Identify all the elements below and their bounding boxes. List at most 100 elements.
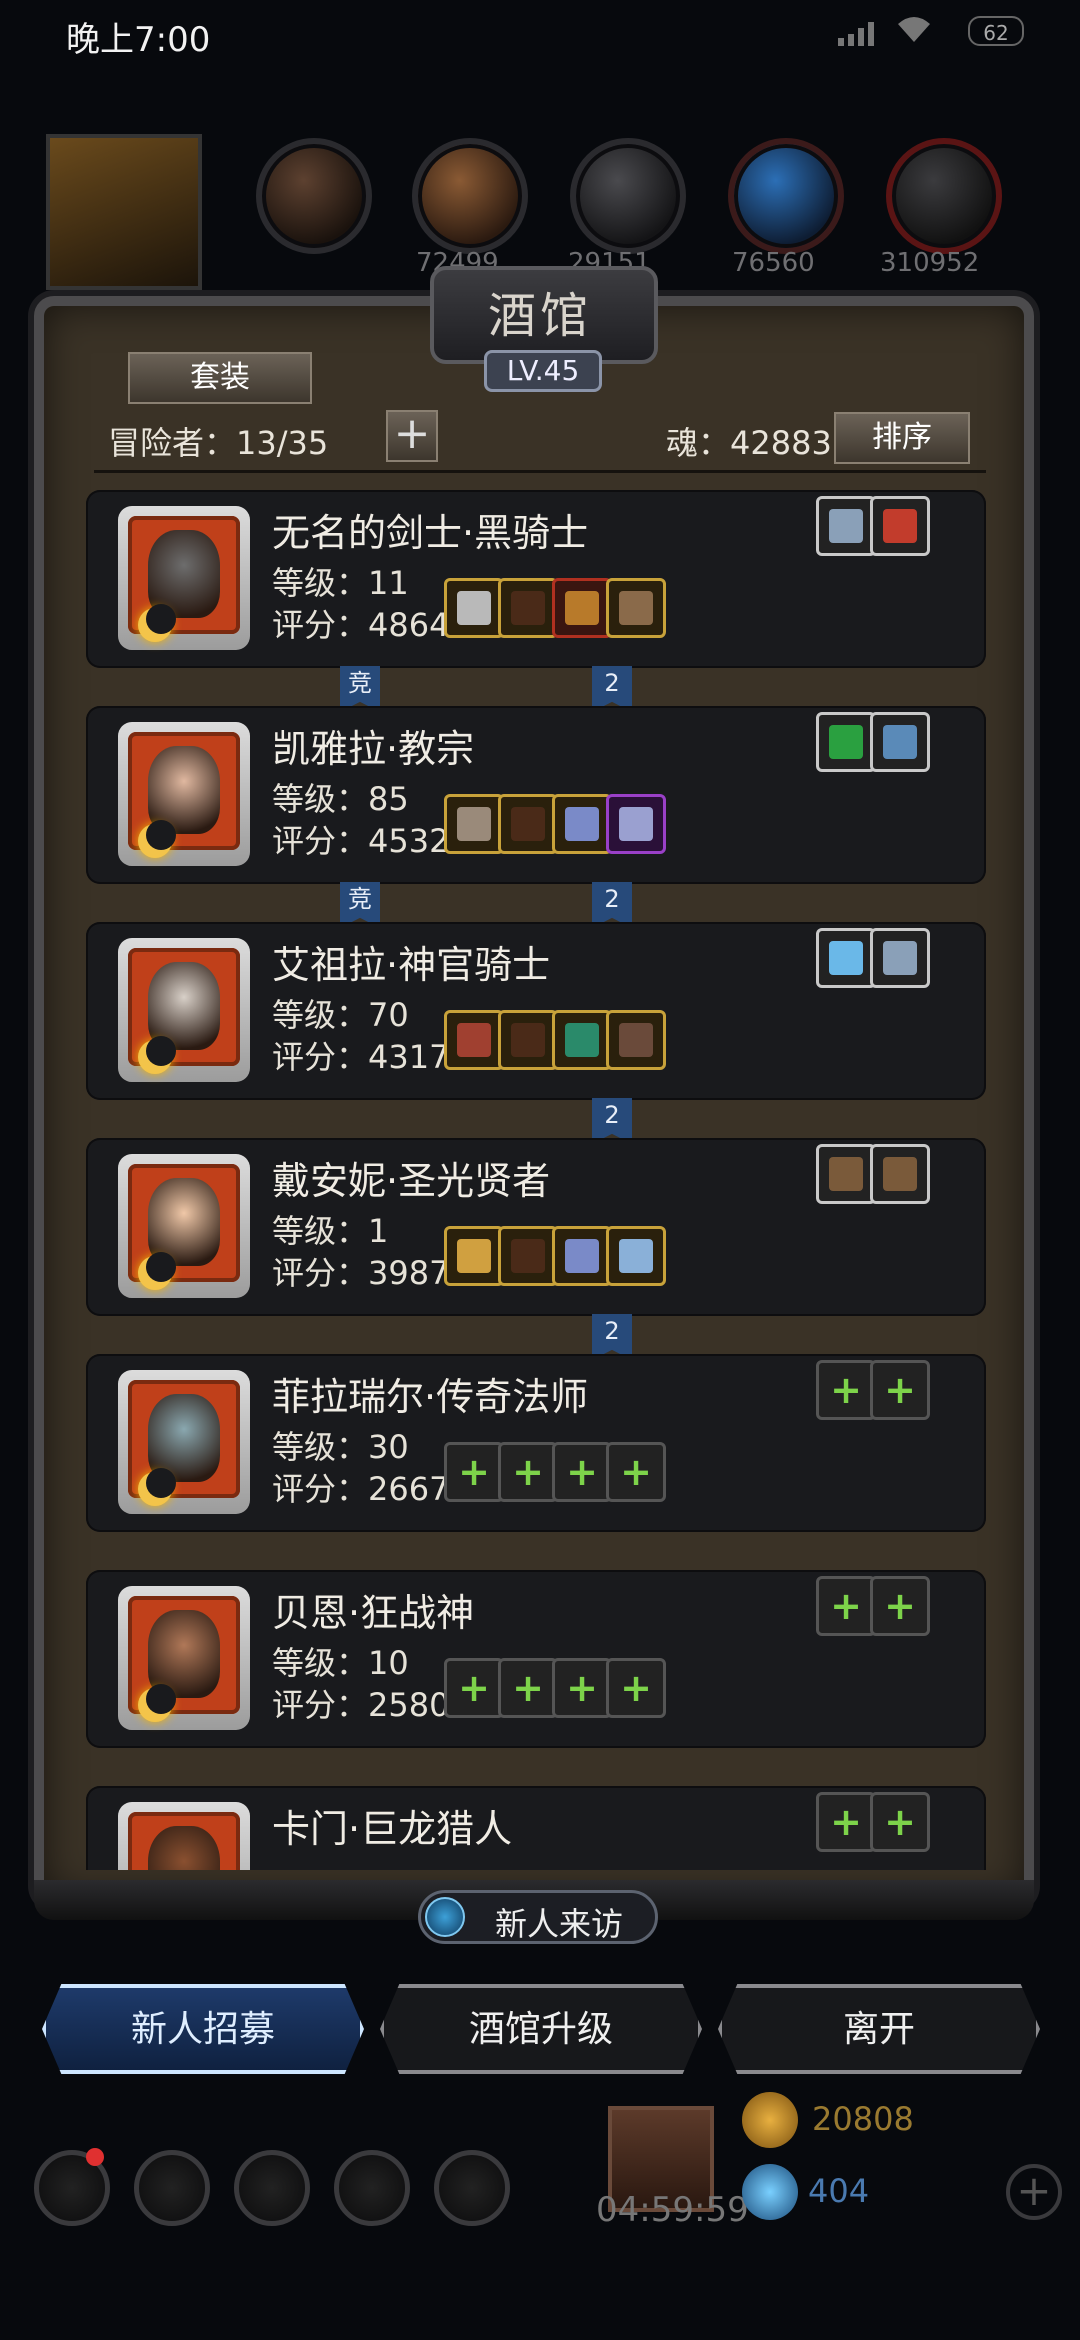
recruit-button[interactable]: 新人招募 <box>42 1984 364 2074</box>
equipment-item-icon <box>619 1023 653 1057</box>
achievement-icon[interactable] <box>134 2150 210 2226</box>
add-slot-button[interactable]: + <box>386 410 438 462</box>
crystal-amount: 76560 <box>732 248 815 278</box>
hero-card[interactable]: 艾祖拉·神官骑士 等级：70 评分：4317 <box>86 922 986 1100</box>
equipment-slot[interactable] <box>498 1226 558 1286</box>
soul-count: 魂：42883 <box>666 424 832 462</box>
equipment-item-icon <box>829 509 863 543</box>
hero-name: 戴安妮·圣光贤者 <box>272 1159 551 1203</box>
equipment-slot[interactable] <box>498 578 558 638</box>
add-currency-button[interactable]: + <box>1006 2164 1062 2220</box>
equipment-slot[interactable] <box>870 712 930 772</box>
plus-icon: + <box>830 1584 862 1628</box>
empty-equipment-slot[interactable]: + <box>870 1360 930 1420</box>
equipment-item-icon <box>565 591 599 625</box>
plus-icon: + <box>884 1800 916 1844</box>
dark-iron-resource-icon[interactable] <box>886 138 1002 254</box>
plus-icon: + <box>566 1450 598 1494</box>
wifi-icon <box>898 17 930 42</box>
resource-row: 72499 29151 76560 310952 <box>0 130 1080 280</box>
equipment-slot[interactable] <box>552 1010 612 1070</box>
equipment-slot[interactable] <box>552 578 612 638</box>
equipment-slot[interactable] <box>444 1010 504 1070</box>
empty-equipment-slot[interactable]: + <box>444 1442 504 1502</box>
crescent-moon-icon <box>138 1468 176 1506</box>
plus-icon: + <box>620 1450 652 1494</box>
empty-equipment-slot[interactable]: + <box>498 1442 558 1502</box>
hero-name: 艾祖拉·神官骑士 <box>272 943 551 987</box>
crystal-resource-icon[interactable] <box>728 138 844 254</box>
mail-icon[interactable] <box>334 2150 410 2226</box>
hero-card[interactable]: 无名的剑士·黑骑士 等级：11 评分：4864 <box>86 490 986 668</box>
gold-coin-icon <box>742 2092 798 2148</box>
hero-list[interactable]: 无名的剑士·黑骑士 等级：11 评分：4864 竞 2 凯雅拉·教宗 等级：85 评分：453… <box>86 490 986 1870</box>
empty-equipment-slot[interactable]: + <box>606 1658 666 1718</box>
hero-card[interactable]: 戴安妮·圣光贤者 等级：1 评分：3987 <box>86 1138 986 1316</box>
guild-icon[interactable] <box>234 2150 310 2226</box>
hero-card[interactable]: 凯雅拉·教宗 等级：85 评分：4532 <box>86 706 986 884</box>
equipment-slot[interactable] <box>606 794 666 854</box>
panel-title: 酒馆 <box>487 288 592 344</box>
equipment-item-icon <box>883 725 917 759</box>
equipment-slot[interactable] <box>606 578 666 638</box>
sort-button[interactable]: 排序 <box>834 412 970 464</box>
hero-card[interactable]: 菲拉瑞尔·传奇法师 等级：30 评分：2667 + + + + + + <box>86 1354 986 1532</box>
hero-score: 评分：2580 <box>272 1686 450 1724</box>
equipment-set-tab[interactable]: 套装 <box>128 352 312 404</box>
plus-icon: + <box>458 1450 490 1494</box>
equipment-slot[interactable] <box>606 1010 666 1070</box>
equipment-slot[interactable] <box>870 496 930 556</box>
empty-equipment-slot[interactable]: + <box>606 1442 666 1502</box>
equipment-slot[interactable] <box>816 1144 876 1204</box>
equipment-slot[interactable] <box>816 928 876 988</box>
empty-equipment-slot[interactable]: + <box>552 1442 612 1502</box>
empty-equipment-slot[interactable]: + <box>870 1792 930 1852</box>
equipment-item-icon <box>619 807 653 841</box>
hero-portrait[interactable] <box>118 1802 250 1870</box>
plus-icon: + <box>830 1800 862 1844</box>
equipment-slot[interactable] <box>498 794 558 854</box>
hero-card[interactable]: 卡门·巨龙猎人 + + <box>86 1786 986 1870</box>
empty-equipment-slot[interactable]: + <box>498 1658 558 1718</box>
equipment-slot[interactable] <box>444 578 504 638</box>
portrait-frame <box>128 1812 240 1870</box>
hero-level: 等级：70 <box>272 996 409 1034</box>
food-resource-icon[interactable] <box>256 138 372 254</box>
dark-iron-amount: 310952 <box>880 248 980 278</box>
empty-equipment-slot[interactable]: + <box>816 1792 876 1852</box>
leave-button[interactable]: 离开 <box>718 1984 1040 2074</box>
equipment-slot[interactable] <box>498 1010 558 1070</box>
new-visitor-button[interactable]: 新人来访 <box>418 1890 658 1944</box>
equipment-slot[interactable] <box>444 794 504 854</box>
equipment-slot[interactable] <box>870 928 930 988</box>
equipment-slot[interactable] <box>816 496 876 556</box>
iron-resource-icon[interactable] <box>570 138 686 254</box>
equipment-slot[interactable] <box>552 794 612 854</box>
hero-card[interactable]: 贝恩·狂战神 等级：10 评分：2580 + + + + + + <box>86 1570 986 1748</box>
hero-score: 评分：4532 <box>272 822 450 860</box>
hero-face-image <box>148 1826 220 1870</box>
equipment-slot[interactable] <box>606 1226 666 1286</box>
empty-equipment-slot[interactable]: + <box>816 1360 876 1420</box>
equipment-slot[interactable] <box>816 712 876 772</box>
equipment-item-icon <box>565 1239 599 1273</box>
empty-equipment-slot[interactable]: + <box>816 1576 876 1636</box>
hero-level: 等级：1 <box>272 1212 389 1250</box>
plus-icon: + <box>566 1666 598 1710</box>
empty-equipment-slot[interactable]: + <box>552 1658 612 1718</box>
equipment-slot[interactable] <box>444 1226 504 1286</box>
equipment-item-icon <box>619 591 653 625</box>
equipment-item-icon <box>883 941 917 975</box>
hero-level: 等级：30 <box>272 1428 409 1466</box>
hero-name: 贝恩·狂战神 <box>272 1591 475 1635</box>
status-bar: 晚上7:00 62 <box>0 0 1080 64</box>
equipment-slot[interactable] <box>870 1144 930 1204</box>
equipment-slot[interactable] <box>552 1226 612 1286</box>
upgrade-tavern-button[interactable]: 酒馆升级 <box>380 1984 702 2074</box>
handshake-icon[interactable] <box>434 2150 510 2226</box>
gold-amount: 20808 <box>812 2100 914 2138</box>
empty-equipment-slot[interactable]: + <box>444 1658 504 1718</box>
plus-icon: + <box>884 1368 916 1412</box>
wood-resource-icon[interactable] <box>412 138 528 254</box>
empty-equipment-slot[interactable]: + <box>870 1576 930 1636</box>
